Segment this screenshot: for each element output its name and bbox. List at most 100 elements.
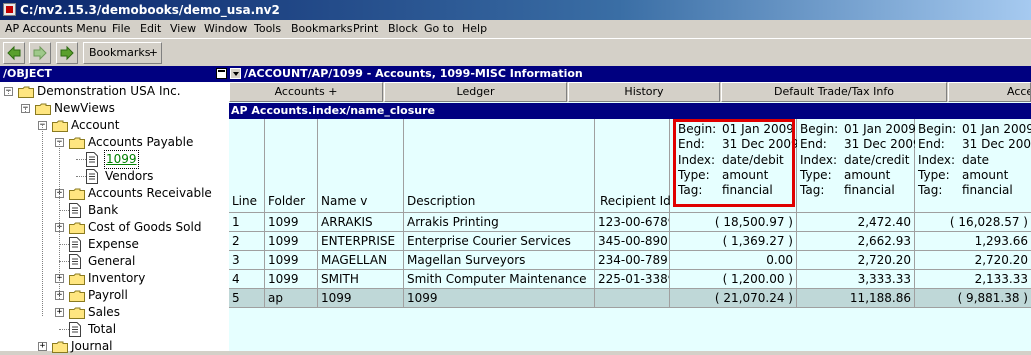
header-line[interactable]: Line <box>229 119 265 213</box>
cell-v2[interactable]: 3,333.33 <box>797 270 915 289</box>
tree-node-label: Expense <box>88 237 139 251</box>
cell-recipient[interactable]: 234-00-7891 <box>595 251 670 270</box>
header-period-3[interactable]: Begin:01 Jan 2009 End:31 Dec 2009 Index:… <box>915 119 1031 213</box>
cell-recipient[interactable]: 345-00-8901 <box>595 232 670 251</box>
bookmarks-label: Bookmarks <box>89 46 151 59</box>
cell-v1[interactable]: ( 18,500.97 ) <box>670 213 797 232</box>
cell-name[interactable]: ENTERPRISE <box>318 232 404 251</box>
menu-goto[interactable]: Go to <box>424 20 454 38</box>
menu-bookmarks[interactable]: Bookmarks <box>291 20 352 38</box>
expand-icon[interactable]: + <box>38 342 47 351</box>
tree-node-accounts-payable[interactable]: − Accounts Payable <box>0 134 229 151</box>
cell-v3[interactable]: 1,293.66 <box>915 232 1031 251</box>
cell-description[interactable]: Magellan Surveyors <box>404 251 595 270</box>
cell-line[interactable]: 2 <box>229 232 265 251</box>
view-title: /ACCOUNT/AP/1099 - Accounts, 1099-MISC I… <box>244 67 583 80</box>
document-icon <box>69 203 81 218</box>
header-period-2[interactable]: Begin: 01 Jan 2009 End: 31 Dec 2009 Index:… <box>797 119 921 213</box>
tree-node-accounts-receivable[interactable]: + Accounts Receivable <box>0 185 229 202</box>
tree-node-inventory[interactable]: + Inventory <box>0 270 229 287</box>
cell-v3[interactable]: 2,133.33 <box>915 270 1031 289</box>
tree-node-expense[interactable]: Expense <box>0 236 229 253</box>
menu-file[interactable]: File <box>112 20 130 38</box>
cell-recipient[interactable] <box>595 289 670 308</box>
maximize-icon[interactable] <box>216 68 227 79</box>
cell-description[interactable]: 1099 <box>404 289 595 308</box>
cell-folder[interactable]: 1099 <box>265 251 318 270</box>
cell-name[interactable]: ARRAKIS <box>318 213 404 232</box>
tree-node-account[interactable]: − Account <box>0 117 229 134</box>
cell-line[interactable]: 5 <box>229 289 265 308</box>
tree-node-journal[interactable]: + Journal <box>0 338 229 355</box>
folder-icon <box>35 103 51 115</box>
header-period-1[interactable]: Begin: 01 Jan 2009 End: 31 Dec 2009 Index:… <box>670 119 799 213</box>
tree-node-vendors[interactable]: Vendors <box>0 168 229 185</box>
cell-name[interactable]: 1099 <box>318 289 404 308</box>
menu-help[interactable]: Help <box>462 20 487 38</box>
cell-v1[interactable]: ( 21,070.24 ) <box>670 289 797 308</box>
folder-icon <box>52 120 68 132</box>
menu-window[interactable]: Window <box>204 20 247 38</box>
cell-line[interactable]: 4 <box>229 270 265 289</box>
header-name[interactable]: Name v <box>318 119 404 213</box>
bookmarks-button[interactable]: Bookmarks + <box>83 42 162 64</box>
cell-v2[interactable]: 2,662.93 <box>797 232 915 251</box>
cell-description[interactable]: Arrakis Printing <box>404 213 595 232</box>
expand-icon[interactable]: + <box>55 308 64 317</box>
menu-print[interactable]: Print <box>353 20 378 38</box>
view-dropdown-icon[interactable] <box>230 68 241 79</box>
cell-v1[interactable]: ( 1,200.00 ) <box>670 270 797 289</box>
tree-node-bank[interactable]: Bank <box>0 202 229 219</box>
tree-node-demonstration-usa-inc[interactable]: − Demonstration USA Inc. <box>0 83 229 100</box>
cell-v3[interactable]: ( 16,028.57 ) <box>915 213 1031 232</box>
tab-history[interactable]: History <box>568 82 720 102</box>
cell-v2[interactable]: 2,720.20 <box>797 251 915 270</box>
tree-node-general[interactable]: General <box>0 253 229 270</box>
tab-accounts[interactable]: Accounts + <box>229 82 383 102</box>
cell-description[interactable]: Smith Computer Maintenance <box>404 270 595 289</box>
menu-tools[interactable]: Tools <box>254 20 281 38</box>
cell-folder[interactable]: 1099 <box>265 213 318 232</box>
tab-ledger[interactable]: Ledger <box>384 82 567 102</box>
back-button[interactable] <box>3 42 25 64</box>
document-icon <box>69 322 81 337</box>
cell-line[interactable]: 3 <box>229 251 265 270</box>
menu-view[interactable]: View <box>170 20 196 38</box>
cell-name[interactable]: SMITH <box>318 270 404 289</box>
cell-v1[interactable]: 0.00 <box>670 251 797 270</box>
tree-node-total[interactable]: Total <box>0 321 229 338</box>
cell-v2[interactable]: 2,472.40 <box>797 213 915 232</box>
cell-description[interactable]: Enterprise Courier Services <box>404 232 595 251</box>
title-bar: C:/nv2.15.3/demobooks/demo_usa.nv2 <box>0 0 1031 20</box>
forward-button[interactable] <box>29 42 51 64</box>
toolbar: Bookmarks + <box>0 38 1031 66</box>
header-description[interactable]: Description <box>404 119 595 213</box>
cell-v2[interactable]: 11,188.86 <box>797 289 915 308</box>
cell-v3[interactable]: ( 9,881.38 ) <box>915 289 1031 308</box>
goto-button[interactable] <box>56 42 78 64</box>
header-recipient-id[interactable]: Recipient Id <box>595 119 671 213</box>
cell-v1[interactable]: ( 1,369.27 ) <box>670 232 797 251</box>
cell-line[interactable]: 1 <box>229 213 265 232</box>
cell-folder[interactable]: ap <box>265 289 318 308</box>
tree-node-1099[interactable]: 1099 <box>0 150 229 169</box>
folder-icon <box>69 188 85 200</box>
tab-default-trade-tax[interactable]: Default Trade/Tax Info <box>721 82 947 102</box>
header-folder[interactable]: Folder <box>265 119 318 213</box>
tree-guide-line <box>25 108 26 112</box>
cell-recipient[interactable]: 225-01-3389 <box>595 270 670 289</box>
tree-node-label: Vendors <box>105 169 154 183</box>
tree-node-newviews[interactable]: − NewViews <box>0 100 229 117</box>
cell-folder[interactable]: 1099 <box>265 270 318 289</box>
tab-acce[interactable]: Acce <box>948 82 1031 102</box>
tree-node-sales[interactable]: + Sales <box>0 304 229 321</box>
tree-node-cost-of-goods-sold[interactable]: + Cost of Goods Sold <box>0 219 229 236</box>
cell-folder[interactable]: 1099 <box>265 232 318 251</box>
cell-recipient[interactable]: 123-00-6789 <box>595 213 670 232</box>
cell-v3[interactable]: 2,720.20 <box>915 251 1031 270</box>
menu-ap-accounts[interactable]: AP Accounts Menu <box>5 20 107 38</box>
cell-name[interactable]: MAGELLAN <box>318 251 404 270</box>
menu-edit[interactable]: Edit <box>140 20 161 38</box>
menu-block[interactable]: Block <box>388 20 418 38</box>
tree-node-payroll[interactable]: + Payroll <box>0 287 229 304</box>
